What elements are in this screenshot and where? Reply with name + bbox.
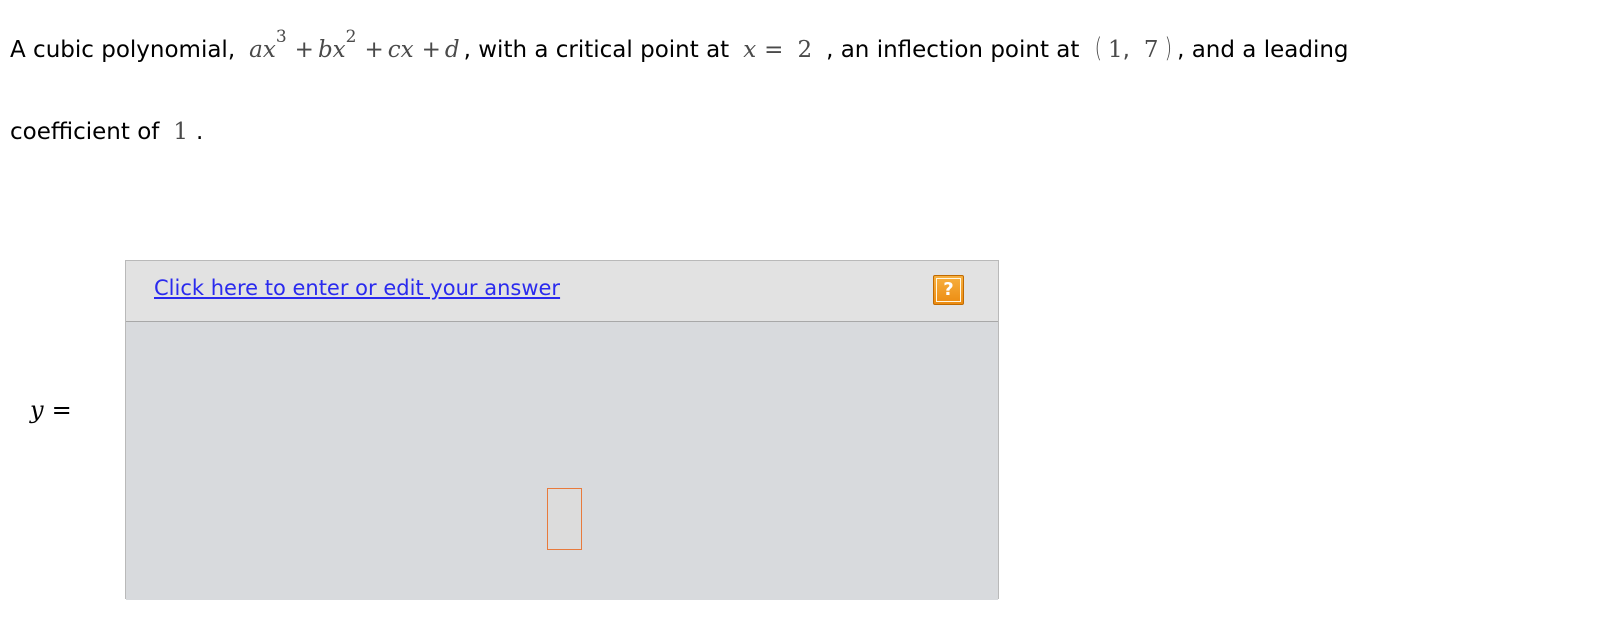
question-line-1: A cubic polynomial, ax3 + bx2 + cx + d, with a … (10, 29, 1349, 64)
inflection-close-paren: ) (1164, 33, 1172, 64)
answer-lhs: y = (30, 396, 72, 424)
poly-term-d: d (444, 37, 460, 63)
inflection-y: 7 (1143, 37, 1159, 63)
inflection-open-paren: ( (1094, 33, 1103, 64)
question-end-punct: . (196, 119, 204, 145)
answer-lhs-var: y (30, 396, 44, 424)
question-line-2: coefficient of 1. (10, 121, 203, 144)
question-after-inflection: , and a leading (1177, 37, 1349, 63)
critical-value: 2 (797, 37, 813, 63)
critical-var: x (743, 37, 757, 63)
poly-exp-2: 2 (345, 27, 357, 48)
critical-eq: = (764, 37, 784, 63)
poly-plus-3: + (421, 37, 441, 63)
question-line2-text: coefficient of (10, 119, 160, 145)
help-button[interactable]: ? (933, 275, 964, 305)
poly-term-ax: ax (249, 37, 276, 63)
poly-term-cx: cx (387, 37, 414, 63)
answer-editor: Click here to enter or edit your answer … (125, 260, 999, 600)
poly-exp-3: 3 (275, 27, 287, 48)
inflection-comma: , (1122, 37, 1130, 63)
help-question-icon: ? (936, 278, 961, 302)
poly-plus-1: + (294, 37, 314, 63)
answer-editor-header: Click here to enter or edit your answer … (126, 261, 998, 322)
answer-input-area[interactable] (126, 322, 998, 600)
inflection-x: 1 (1107, 37, 1123, 63)
poly-plus-2: + (364, 37, 384, 63)
leading-coefficient: 1 (173, 119, 189, 145)
question-after-critical: , an inflection point at (826, 37, 1080, 63)
answer-lhs-eq: = (51, 396, 72, 424)
poly-term-bx: bx (317, 37, 346, 63)
question-intro: A cubic polynomial, (10, 37, 236, 63)
answer-placeholder-slot[interactable] (547, 488, 582, 550)
question-after-poly: , with a critical point at (463, 37, 730, 63)
edit-answer-link[interactable]: Click here to enter or edit your answer (154, 276, 560, 300)
